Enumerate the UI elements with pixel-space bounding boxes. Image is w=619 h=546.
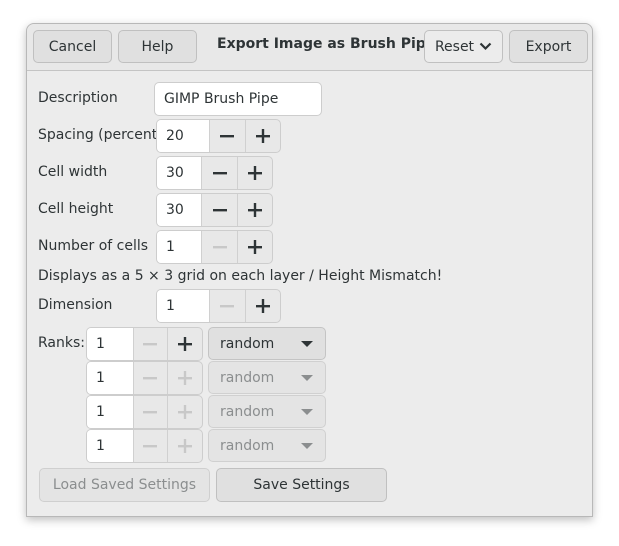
rank-3-decrement-button[interactable]: [132, 396, 168, 428]
num-cells-label: Number of cells: [38, 238, 149, 254]
export-label: Export: [525, 38, 572, 55]
rank-3-selection-value: random: [220, 403, 275, 420]
rank-1-input[interactable]: 1: [87, 328, 133, 360]
minus-icon: [212, 172, 227, 175]
rank-2-spinner: 1: [86, 361, 203, 395]
rank-4-spinner: 1: [86, 429, 203, 463]
rank-3-input[interactable]: 1: [87, 396, 133, 428]
num-cells-increment-button[interactable]: [236, 231, 272, 263]
description-value: GIMP Brush Pipe: [164, 91, 279, 107]
plus-icon: [178, 439, 193, 453]
help-label: Help: [141, 38, 174, 55]
plus-icon: [247, 203, 262, 217]
minus-icon: [143, 377, 158, 380]
rank-3-selection-dropdown[interactable]: random: [208, 395, 326, 428]
dimension-label: Dimension: [38, 297, 113, 313]
dimension-spinner: 1: [156, 289, 281, 323]
spacing-spinner: 20: [156, 119, 281, 153]
rank-4-selection-dropdown[interactable]: random: [208, 429, 326, 462]
rank-2-decrement-button[interactable]: [132, 362, 168, 394]
chevron-down-icon: [479, 42, 492, 51]
rank-4-input[interactable]: 1: [87, 430, 133, 462]
cell-height-increment-button[interactable]: [236, 194, 272, 226]
plus-icon: [178, 337, 193, 351]
num-cells-spinner: 1: [156, 230, 273, 264]
plus-icon: [247, 166, 262, 180]
cell-width-decrement-button[interactable]: [201, 157, 236, 189]
minus-icon: [220, 135, 235, 138]
cell-height-label: Cell height: [38, 201, 114, 217]
rank-1-increment-button[interactable]: [167, 328, 202, 360]
dimension-input[interactable]: 1: [157, 290, 210, 322]
plus-icon: [247, 240, 262, 254]
dialog-header: Cancel Help Export Image as Brush Pipe R…: [27, 24, 592, 71]
rank-1-selection-value: random: [220, 335, 275, 352]
description-label: Description: [38, 90, 118, 106]
export-brush-pipe-dialog: Cancel Help Export Image as Brush Pipe R…: [26, 23, 593, 517]
help-button[interactable]: Help: [118, 30, 197, 63]
minus-icon: [212, 209, 227, 212]
cell-height-spinner: 30: [156, 193, 273, 227]
dimension-increment-button[interactable]: [244, 290, 280, 322]
rank-2-selection-dropdown[interactable]: random: [208, 361, 326, 394]
reset-button[interactable]: Reset: [424, 30, 503, 63]
rank-2-input[interactable]: 1: [87, 362, 133, 394]
cancel-button[interactable]: Cancel: [33, 30, 112, 63]
rank-4-increment-button[interactable]: [167, 430, 202, 462]
rank-2-increment-button[interactable]: [167, 362, 202, 394]
cancel-label: Cancel: [48, 38, 97, 55]
load-saved-settings-button[interactable]: Load Saved Settings: [39, 468, 210, 502]
ranks-label: Ranks:: [38, 335, 85, 351]
rank-4-decrement-button[interactable]: [132, 430, 168, 462]
export-button[interactable]: Export: [509, 30, 588, 63]
minus-icon: [143, 343, 158, 346]
rank-2-selection-value: random: [220, 369, 275, 386]
cell-width-increment-button[interactable]: [236, 157, 272, 189]
dropdown-arrow-icon: [301, 443, 313, 449]
description-input[interactable]: GIMP Brush Pipe: [154, 82, 322, 116]
num-cells-decrement-button[interactable]: [201, 231, 236, 263]
cell-height-input[interactable]: 30: [157, 194, 202, 226]
minus-icon: [212, 246, 227, 249]
rank-1-decrement-button[interactable]: [132, 328, 168, 360]
spacing-decrement-button[interactable]: [209, 120, 244, 152]
num-cells-input[interactable]: 1: [157, 231, 202, 263]
plus-icon: [255, 129, 270, 143]
minus-icon: [143, 411, 158, 414]
rank-3-spinner: 1: [86, 395, 203, 429]
dialog-title: Export Image as Brush Pipe: [217, 36, 436, 52]
plus-icon: [178, 405, 193, 419]
spacing-input[interactable]: 20: [157, 120, 210, 152]
reset-label: Reset: [434, 38, 475, 55]
cell-width-label: Cell width: [38, 164, 108, 180]
cell-width-spinner: 30: [156, 156, 273, 190]
spacing-increment-button[interactable]: [244, 120, 280, 152]
load-saved-settings-label: Load Saved Settings: [52, 477, 197, 493]
rank-1-spinner: 1: [86, 327, 203, 361]
dimension-decrement-button[interactable]: [209, 290, 244, 322]
minus-icon: [143, 445, 158, 448]
dropdown-arrow-icon: [301, 341, 313, 347]
dropdown-arrow-icon: [301, 375, 313, 381]
cell-width-input[interactable]: 30: [157, 157, 202, 189]
grid-info-text: Displays as a 5 × 3 grid on each layer /…: [38, 268, 443, 284]
save-settings-button[interactable]: Save Settings: [216, 468, 387, 502]
save-settings-label: Save Settings: [253, 477, 350, 493]
plus-icon: [178, 371, 193, 385]
plus-icon: [255, 299, 270, 313]
rank-1-selection-dropdown[interactable]: random: [208, 327, 326, 360]
minus-icon: [220, 305, 235, 308]
cell-height-decrement-button[interactable]: [201, 194, 236, 226]
dropdown-arrow-icon: [301, 409, 313, 415]
rank-4-selection-value: random: [220, 437, 275, 454]
spacing-label: Spacing (percent): [38, 127, 163, 143]
rank-3-increment-button[interactable]: [167, 396, 202, 428]
